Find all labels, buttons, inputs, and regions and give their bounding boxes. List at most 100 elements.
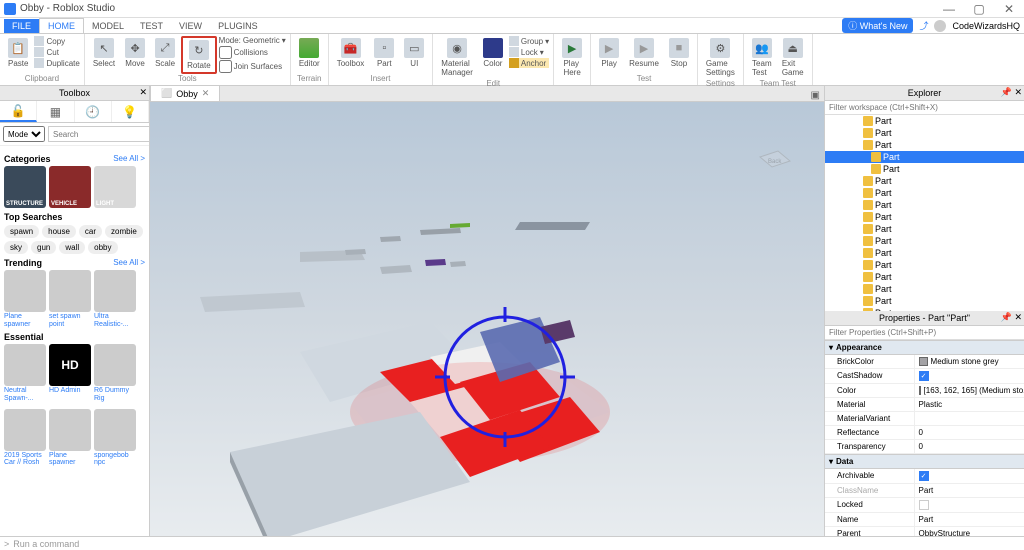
select-tool[interactable]: ↖Select <box>89 36 119 70</box>
anchor-button[interactable]: Anchor <box>509 58 549 68</box>
tree-item-part[interactable]: Part <box>825 151 1024 163</box>
lock-button[interactable]: Lock ▾ <box>509 47 549 57</box>
tree-item-part[interactable]: Part <box>825 163 1024 175</box>
game-settings-button[interactable]: ⚙Game Settings <box>702 36 739 79</box>
user-avatar-icon[interactable] <box>934 20 946 32</box>
toolbox-tab-recent[interactable]: 🕘 <box>75 101 112 122</box>
property-row[interactable]: CastShadow✓ <box>825 369 1024 384</box>
mode-dropdown[interactable]: Mode: Geometric ▾ <box>219 36 286 45</box>
copy-button[interactable]: Copy <box>34 36 79 46</box>
asset-card[interactable]: set spawn point <box>49 270 91 328</box>
part-button[interactable]: ▫Part <box>370 36 398 70</box>
property-row[interactable]: MaterialPlastic <box>825 398 1024 412</box>
file-menu[interactable]: FILE <box>4 19 39 33</box>
collisions-toggle[interactable]: Collisions <box>219 46 286 59</box>
search-chip[interactable]: sky <box>4 241 28 254</box>
toolbox-tab-creations[interactable]: 💡 <box>112 101 149 122</box>
asset-card[interactable]: Plane spawner <box>4 270 46 328</box>
move-tool[interactable]: ✥Move <box>121 36 149 70</box>
property-row[interactable]: NamePart <box>825 513 1024 527</box>
tree-item-part[interactable]: Part <box>825 259 1024 271</box>
command-bar[interactable]: > Run a command <box>0 536 1024 550</box>
category-card[interactable]: LIGHT <box>94 166 136 208</box>
search-chip[interactable]: house <box>42 225 76 238</box>
search-chip[interactable]: wall <box>59 241 85 254</box>
toolbox-tab-marketplace[interactable]: 🔓 <box>0 101 37 122</box>
search-chip[interactable]: gun <box>31 241 56 254</box>
tab-model[interactable]: MODEL <box>84 19 132 33</box>
rotate-tool[interactable]: ↻Rotate <box>181 36 217 74</box>
category-card[interactable]: STRUCTURE <box>4 166 46 208</box>
property-group-data[interactable]: ▾Data <box>825 454 1024 469</box>
tree-item-part[interactable]: Part <box>825 271 1024 283</box>
color-button[interactable]: Color <box>479 36 507 70</box>
tree-item-part[interactable]: Part <box>825 175 1024 187</box>
search-chip[interactable]: car <box>79 225 102 238</box>
asset-card[interactable]: spongebob npc <box>94 409 136 467</box>
search-chip[interactable]: zombie <box>105 225 143 238</box>
cut-button[interactable]: Cut <box>34 47 79 57</box>
explorer-pin-icon[interactable]: 📌 ✕ <box>1001 87 1022 98</box>
property-row[interactable]: MaterialVariant <box>825 412 1024 426</box>
toolbox-search-input[interactable] <box>48 126 150 142</box>
asset-card[interactable]: 2019 Sports Car // Rosh <box>4 409 46 467</box>
play-button[interactable]: ▶Play <box>595 36 623 70</box>
property-row[interactable]: Locked <box>825 498 1024 513</box>
tree-item-part[interactable]: Part <box>825 199 1024 211</box>
material-manager-button[interactable]: ◉Material Manager <box>437 36 477 79</box>
maximize-button[interactable]: ▢ <box>968 2 990 16</box>
tree-item-part[interactable]: Part <box>825 187 1024 199</box>
property-row[interactable]: Archivable✓ <box>825 469 1024 484</box>
checkbox[interactable] <box>919 500 929 510</box>
tab-plugins[interactable]: PLUGINS <box>210 19 266 33</box>
properties-pin-icon[interactable]: 📌 ✕ <box>1001 312 1022 323</box>
property-row[interactable]: ClassNamePart <box>825 484 1024 498</box>
property-row[interactable]: Transparency0 <box>825 440 1024 454</box>
explorer-filter-input[interactable] <box>825 101 1024 115</box>
asset-card[interactable]: R6 Dummy Rig <box>94 344 136 402</box>
checkbox[interactable]: ✓ <box>919 371 929 381</box>
tree-item-part[interactable]: Part <box>825 211 1024 223</box>
property-row[interactable]: ParentObbyStructure <box>825 527 1024 536</box>
search-chip[interactable]: spawn <box>4 225 39 238</box>
tree-item-part[interactable]: Part <box>825 247 1024 259</box>
viewport-tab-obby[interactable]: ⬜Obby✕ <box>150 85 220 101</box>
asset-card[interactable]: Ultra Realistic-... <box>94 270 136 328</box>
tree-item-part[interactable]: Part <box>825 283 1024 295</box>
property-row[interactable]: Reflectance0 <box>825 426 1024 440</box>
viewport-tab-close-icon[interactable]: ✕ <box>202 88 210 99</box>
asset-card[interactable]: Neutral Spawn-... <box>4 344 46 402</box>
terrain-editor-button[interactable]: Editor <box>295 36 324 70</box>
tree-item-part[interactable]: Part <box>825 139 1024 151</box>
tree-item-part[interactable]: Part <box>825 295 1024 307</box>
tree-item-part[interactable]: Part <box>825 127 1024 139</box>
join-surfaces-toggle[interactable]: Join Surfaces <box>219 60 286 73</box>
play-here-button[interactable]: ▶Play Here <box>558 36 586 79</box>
tab-test[interactable]: TEST <box>132 19 171 33</box>
toolbox-category-select[interactable]: Models <box>3 126 45 142</box>
property-group-appearance[interactable]: ▾Appearance <box>825 340 1024 355</box>
share-icon[interactable]: ⤴ <box>919 19 928 32</box>
resume-button[interactable]: ▶Resume <box>625 36 663 70</box>
toolbox-tab-inventory[interactable]: ▦ <box>37 101 74 122</box>
search-chip[interactable]: obby <box>88 241 117 254</box>
asset-card[interactable]: Plane spawner <box>49 409 91 467</box>
tree-item-part[interactable]: Part <box>825 235 1024 247</box>
team-test-button[interactable]: 👥Team Test <box>748 36 776 79</box>
toolbox-close-icon[interactable]: ✕ <box>139 87 147 98</box>
ui-button[interactable]: ▭UI <box>400 36 428 70</box>
3d-viewport[interactable]: Back <box>150 102 824 536</box>
whats-new-button[interactable]: ⓘ What's New <box>842 18 913 33</box>
duplicate-button[interactable]: Duplicate <box>34 58 79 68</box>
tree-item-part[interactable]: Part <box>825 115 1024 127</box>
viewport-expand-icon[interactable]: ▣ <box>807 90 824 101</box>
close-button[interactable]: ✕ <box>998 2 1020 16</box>
scale-tool[interactable]: ⤢Scale <box>151 36 179 70</box>
group-button[interactable]: Group ▾ <box>509 36 549 46</box>
see-all-link[interactable]: See All > <box>113 154 145 164</box>
tab-home[interactable]: HOME <box>39 18 84 33</box>
tree-item-part[interactable]: Part <box>825 223 1024 235</box>
toolbox-button[interactable]: 🧰Toolbox <box>333 36 369 70</box>
category-card[interactable]: VEHICLE <box>49 166 91 208</box>
minimize-button[interactable]: — <box>938 2 960 16</box>
